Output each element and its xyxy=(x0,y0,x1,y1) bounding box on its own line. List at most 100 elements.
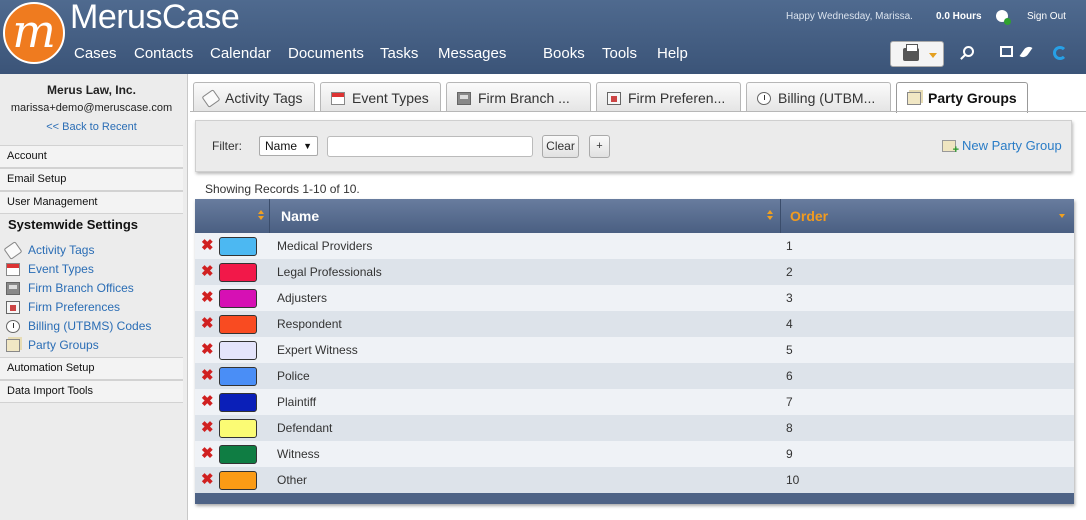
group-name-cell[interactable]: Respondent xyxy=(277,317,342,331)
delete-icon[interactable]: ✖ xyxy=(201,471,214,488)
nav-help[interactable]: Help xyxy=(657,45,688,62)
tab-activity-tags[interactable]: Activity Tags xyxy=(193,82,315,112)
tag-icon xyxy=(201,89,221,108)
nav-books[interactable]: Books xyxy=(543,45,585,62)
color-swatch[interactable] xyxy=(219,237,257,256)
sort-icon[interactable] xyxy=(767,210,774,222)
sidebar-item-email-setup[interactable]: Email Setup xyxy=(0,168,183,191)
sidebar-item-label: Party Groups xyxy=(28,338,99,352)
group-order-cell: 7 xyxy=(786,395,793,409)
color-swatch[interactable] xyxy=(219,367,257,386)
table-row[interactable]: ✖ Police 6 xyxy=(195,363,1074,389)
nav-tasks[interactable]: Tasks xyxy=(380,45,418,62)
delete-icon[interactable]: ✖ xyxy=(201,341,214,358)
delete-icon[interactable]: ✖ xyxy=(201,263,214,280)
filter-input[interactable] xyxy=(327,136,533,157)
group-name-cell[interactable]: Police xyxy=(277,369,310,383)
feather-icon[interactable] xyxy=(1019,44,1033,60)
group-name-cell[interactable]: Plaintiff xyxy=(277,395,316,409)
new-party-group-label: New Party Group xyxy=(962,138,1062,153)
building-icon xyxy=(6,282,20,295)
group-name-cell[interactable]: Defendant xyxy=(277,421,332,435)
delete-icon[interactable]: ✖ xyxy=(201,393,214,410)
tab-label: Party Groups xyxy=(928,90,1017,106)
sidebar-item-user-management[interactable]: User Management xyxy=(0,191,183,214)
group-order-cell: 6 xyxy=(786,369,793,383)
color-swatch[interactable] xyxy=(219,393,257,412)
hours-readout[interactable]: 0.0 Hours xyxy=(936,11,982,22)
nav-contacts[interactable]: Contacts xyxy=(134,45,193,62)
sidebar-item-label: Firm Preferences xyxy=(28,300,121,314)
group-name-cell[interactable]: Witness xyxy=(277,447,320,461)
sidebar-item-label: Activity Tags xyxy=(28,243,95,257)
clear-button[interactable]: Clear xyxy=(542,135,579,158)
table-row[interactable]: ✖ Expert Witness 5 xyxy=(195,337,1074,363)
group-name-cell[interactable]: Adjusters xyxy=(277,291,327,305)
sidebar-item-account[interactable]: Account xyxy=(0,145,183,168)
group-name-cell[interactable]: Other xyxy=(277,473,307,487)
group-order-cell: 1 xyxy=(786,239,793,253)
table-row[interactable]: ✖ Other 10 xyxy=(195,467,1074,493)
group-name-cell[interactable]: Legal Professionals xyxy=(277,265,382,279)
sidebar-item-data-import-tools[interactable]: Data Import Tools xyxy=(0,380,183,403)
print-button[interactable] xyxy=(890,41,944,67)
calendar-icon xyxy=(331,92,345,105)
table-row[interactable]: ✖ Adjusters 3 xyxy=(195,285,1074,311)
color-swatch[interactable] xyxy=(219,445,257,464)
tab-label: Event Types xyxy=(352,90,429,106)
sidebar-item-automation-setup[interactable]: Automation Setup xyxy=(0,357,183,380)
filter-field-select[interactable]: Name xyxy=(259,136,318,156)
clock-icon xyxy=(757,92,771,105)
user-email: marissa+demo@meruscase.com xyxy=(10,102,173,114)
table-row[interactable]: ✖ Legal Professionals 2 xyxy=(195,259,1074,285)
color-swatch[interactable] xyxy=(219,315,257,334)
delete-icon[interactable]: ✖ xyxy=(201,289,214,306)
chevron-down-icon xyxy=(929,53,937,58)
nav-documents[interactable]: Documents xyxy=(288,45,364,62)
table-row[interactable]: ✖ Defendant 8 xyxy=(195,415,1074,441)
group-name-cell[interactable]: Expert Witness xyxy=(277,343,358,357)
delete-icon[interactable]: ✖ xyxy=(201,315,214,332)
column-header-order[interactable]: Order xyxy=(790,208,828,224)
add-filter-button[interactable]: + xyxy=(589,135,610,158)
filter-label: Filter: xyxy=(212,139,242,153)
filter-panel: Filter: Name Clear + New Party Group xyxy=(195,120,1072,172)
delete-icon[interactable]: ✖ xyxy=(201,237,214,254)
refresh-icon[interactable] xyxy=(1053,46,1067,60)
delete-icon[interactable]: ✖ xyxy=(201,445,214,462)
color-swatch[interactable] xyxy=(219,471,257,490)
tab-firm-branch-offices[interactable]: Firm Branch ... xyxy=(446,82,591,112)
column-header-name[interactable]: Name xyxy=(281,208,319,224)
sort-desc-icon[interactable] xyxy=(1059,214,1065,218)
tab-event-types[interactable]: Event Types xyxy=(320,82,441,112)
calendar-icon xyxy=(6,263,20,276)
timer-icon[interactable] xyxy=(996,10,1011,25)
color-swatch[interactable] xyxy=(219,419,257,438)
sort-icon[interactable] xyxy=(258,210,265,222)
delete-icon[interactable]: ✖ xyxy=(201,367,214,384)
color-swatch[interactable] xyxy=(219,289,257,308)
nav-cases[interactable]: Cases xyxy=(74,45,117,62)
windows-icon[interactable] xyxy=(1000,46,1013,57)
tab-party-groups[interactable]: Party Groups xyxy=(896,82,1028,113)
table-row[interactable]: ✖ Respondent 4 xyxy=(195,311,1074,337)
sign-out-link[interactable]: Sign Out xyxy=(1027,11,1066,22)
tab-firm-preferences[interactable]: Firm Preferen... xyxy=(596,82,741,112)
delete-icon[interactable]: ✖ xyxy=(201,419,214,436)
nav-messages[interactable]: Messages xyxy=(438,45,506,62)
table-header: Name Order xyxy=(195,199,1074,233)
group-name-cell[interactable]: Medical Providers xyxy=(277,239,372,253)
back-to-recent-link[interactable]: << Back to Recent xyxy=(0,121,183,133)
meruscase-logo[interactable]: m xyxy=(3,2,65,64)
tab-label: Firm Branch ... xyxy=(478,90,570,106)
table-row[interactable]: ✖ Medical Providers 1 xyxy=(195,233,1074,259)
tab-billing-codes[interactable]: Billing (UTBM... xyxy=(746,82,891,112)
nav-calendar[interactable]: Calendar xyxy=(210,45,271,62)
table-row[interactable]: ✖ Witness 9 xyxy=(195,441,1074,467)
house-icon xyxy=(607,92,621,105)
nav-tools[interactable]: Tools xyxy=(602,45,637,62)
color-swatch[interactable] xyxy=(219,263,257,282)
search-icon[interactable] xyxy=(963,46,974,57)
color-swatch[interactable] xyxy=(219,341,257,360)
table-row[interactable]: ✖ Plaintiff 7 xyxy=(195,389,1074,415)
